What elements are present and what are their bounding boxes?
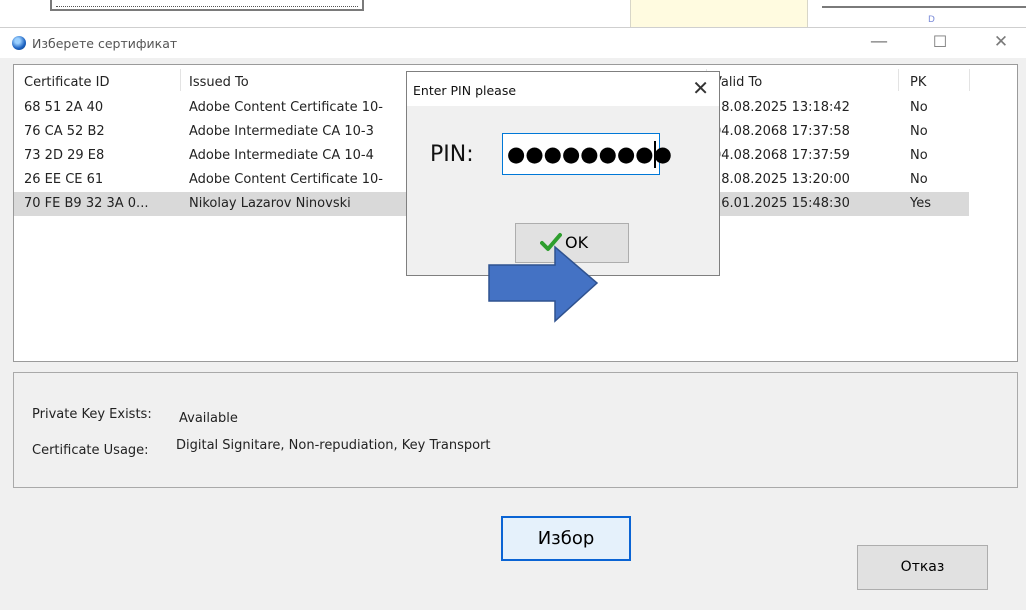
pin-dialog-title: Enter PIN please <box>413 83 517 98</box>
cell-issued-to: Adobe Content Certificate 10- <box>189 172 383 187</box>
background-divider <box>822 6 1026 8</box>
cell-certificate-id: 68 51 2A 40 <box>24 100 104 115</box>
maximize-icon[interactable]: ☐ <box>927 31 953 53</box>
background-field <box>50 0 364 11</box>
certificate-details: Private Key Exists: Available Certificat… <box>13 372 1018 488</box>
column-header-valid-to[interactable]: Valid To <box>713 75 762 90</box>
cell-certificate-id: 70 FE B9 32 3A 0... <box>24 196 149 211</box>
column-header-certificate-id[interactable]: Certificate ID <box>24 75 110 90</box>
cell-valid-to: 18.08.2025 13:20:00 <box>713 172 850 187</box>
cell-pk: No <box>910 148 928 163</box>
window-title: Изберете сертификат <box>32 36 178 51</box>
column-separator <box>180 69 181 91</box>
cell-pk: No <box>910 172 928 187</box>
cell-issued-to: Adobe Intermediate CA 10-3 <box>189 124 374 139</box>
cell-issued-to: Adobe Content Certificate 10- <box>189 100 383 115</box>
column-header-issued-to[interactable]: Issued To <box>189 75 249 90</box>
cell-valid-to: 04.08.2068 17:37:58 <box>713 124 850 139</box>
usage-value: Digital Signitare, Non-repudiation, Key … <box>176 438 491 453</box>
cell-certificate-id: 73 2D 29 E8 <box>24 148 105 163</box>
pin-masked-value: ●●●●●●●●● <box>507 142 672 166</box>
close-icon[interactable]: ✕ <box>988 31 1014 53</box>
cell-valid-to: 18.08.2025 13:18:42 <box>713 100 850 115</box>
cell-issued-to: Adobe Intermediate CA 10-4 <box>189 148 374 163</box>
text-caret <box>654 141 656 168</box>
private-key-value: Available <box>179 411 238 426</box>
cell-certificate-id: 76 CA 52 B2 <box>24 124 105 139</box>
close-icon[interactable]: ✕ <box>692 78 709 98</box>
column-header-pk[interactable]: PK <box>910 75 926 90</box>
cell-issued-to: Nikolay Lazarov Ninovski <box>189 196 351 211</box>
cell-pk: No <box>910 100 928 115</box>
cancel-button[interactable]: Отказ <box>857 545 988 590</box>
pin-label: PIN: <box>430 142 474 167</box>
background-panel <box>630 0 808 27</box>
arrow-annotation <box>488 245 599 323</box>
select-button[interactable]: Избор <box>501 516 631 561</box>
pin-input[interactable]: ●●●●●●●●● <box>502 133 672 175</box>
background-app: D <box>0 0 1026 28</box>
private-key-label: Private Key Exists: <box>32 407 152 422</box>
cell-valid-to: 04.08.2068 17:37:59 <box>713 148 850 163</box>
minimize-icon[interactable]: — <box>866 31 892 53</box>
cell-valid-to: 16.01.2025 15:48:30 <box>713 196 850 211</box>
usage-label: Certificate Usage: <box>32 443 149 458</box>
app-icon <box>12 36 26 50</box>
background-mark: D <box>928 15 935 25</box>
cell-pk: No <box>910 124 928 139</box>
column-separator <box>969 69 970 91</box>
cell-certificate-id: 26 EE CE 61 <box>24 172 104 187</box>
cell-pk: Yes <box>910 196 931 211</box>
title-bar: Изберете сертификат — ☐ ✕ <box>0 28 1026 58</box>
column-separator <box>898 69 899 91</box>
pin-dialog-title-bar: Enter PIN please ✕ <box>407 72 719 106</box>
